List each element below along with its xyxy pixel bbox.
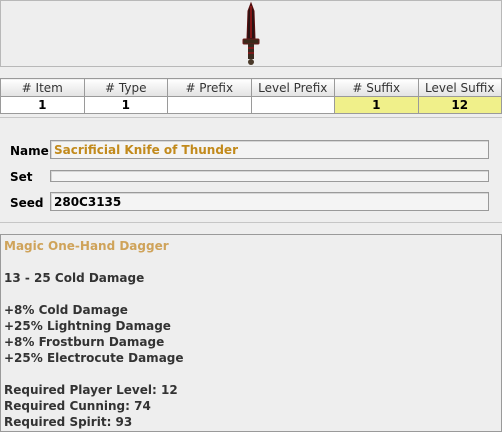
column-header-level-suffix[interactable]: Level Suffix xyxy=(417,78,502,97)
column-header-prefix[interactable]: # Prefix xyxy=(167,78,252,97)
requirement-line: Required Cunning: 74 xyxy=(4,399,151,413)
divider xyxy=(0,222,502,223)
cell-prefix[interactable] xyxy=(167,96,252,114)
base-damage-text: 13 - 25 Cold Damage xyxy=(4,271,145,285)
modifier-line: +8% Frostburn Damage xyxy=(4,335,165,349)
set-field[interactable] xyxy=(50,170,489,182)
divider xyxy=(0,117,502,118)
cell-type[interactable]: 1 xyxy=(83,96,168,114)
modifier-line: +25% Lightning Damage xyxy=(4,319,171,333)
item-properties-table: # Item # Type # Prefix Level Prefix # Su… xyxy=(0,78,502,114)
cell-level-suffix[interactable]: 12 xyxy=(417,96,502,114)
item-type-text: Magic One-Hand Dagger xyxy=(4,239,169,253)
dagger-icon xyxy=(242,1,260,65)
cell-item[interactable]: 1 xyxy=(0,96,85,114)
requirement-line: Required Spirit: 93 xyxy=(4,415,133,429)
modifier-line: +8% Cold Damage xyxy=(4,303,128,317)
column-header-level-prefix[interactable]: Level Prefix xyxy=(250,78,335,97)
item-icon-panel xyxy=(0,0,502,67)
set-label: Set xyxy=(10,170,33,184)
modifier-line: +25% Electrocute Damage xyxy=(4,351,184,365)
cell-level-prefix[interactable] xyxy=(250,96,335,114)
cell-suffix[interactable]: 1 xyxy=(334,96,419,114)
seed-field[interactable]: 280C3135 xyxy=(50,192,489,211)
name-field[interactable]: Sacrificial Knife of Thunder xyxy=(50,140,489,159)
name-label: Name xyxy=(10,144,49,158)
column-header-item[interactable]: # Item xyxy=(0,78,85,97)
item-description-panel: Magic One-Hand Dagger 13 - 25 Cold Damag… xyxy=(0,234,502,432)
requirement-line: Required Player Level: 12 xyxy=(4,383,178,397)
table-row: 1 1 1 12 xyxy=(0,96,502,114)
column-header-suffix[interactable]: # Suffix xyxy=(334,78,419,97)
column-header-type[interactable]: # Type xyxy=(83,78,168,97)
seed-label: Seed xyxy=(10,196,44,210)
